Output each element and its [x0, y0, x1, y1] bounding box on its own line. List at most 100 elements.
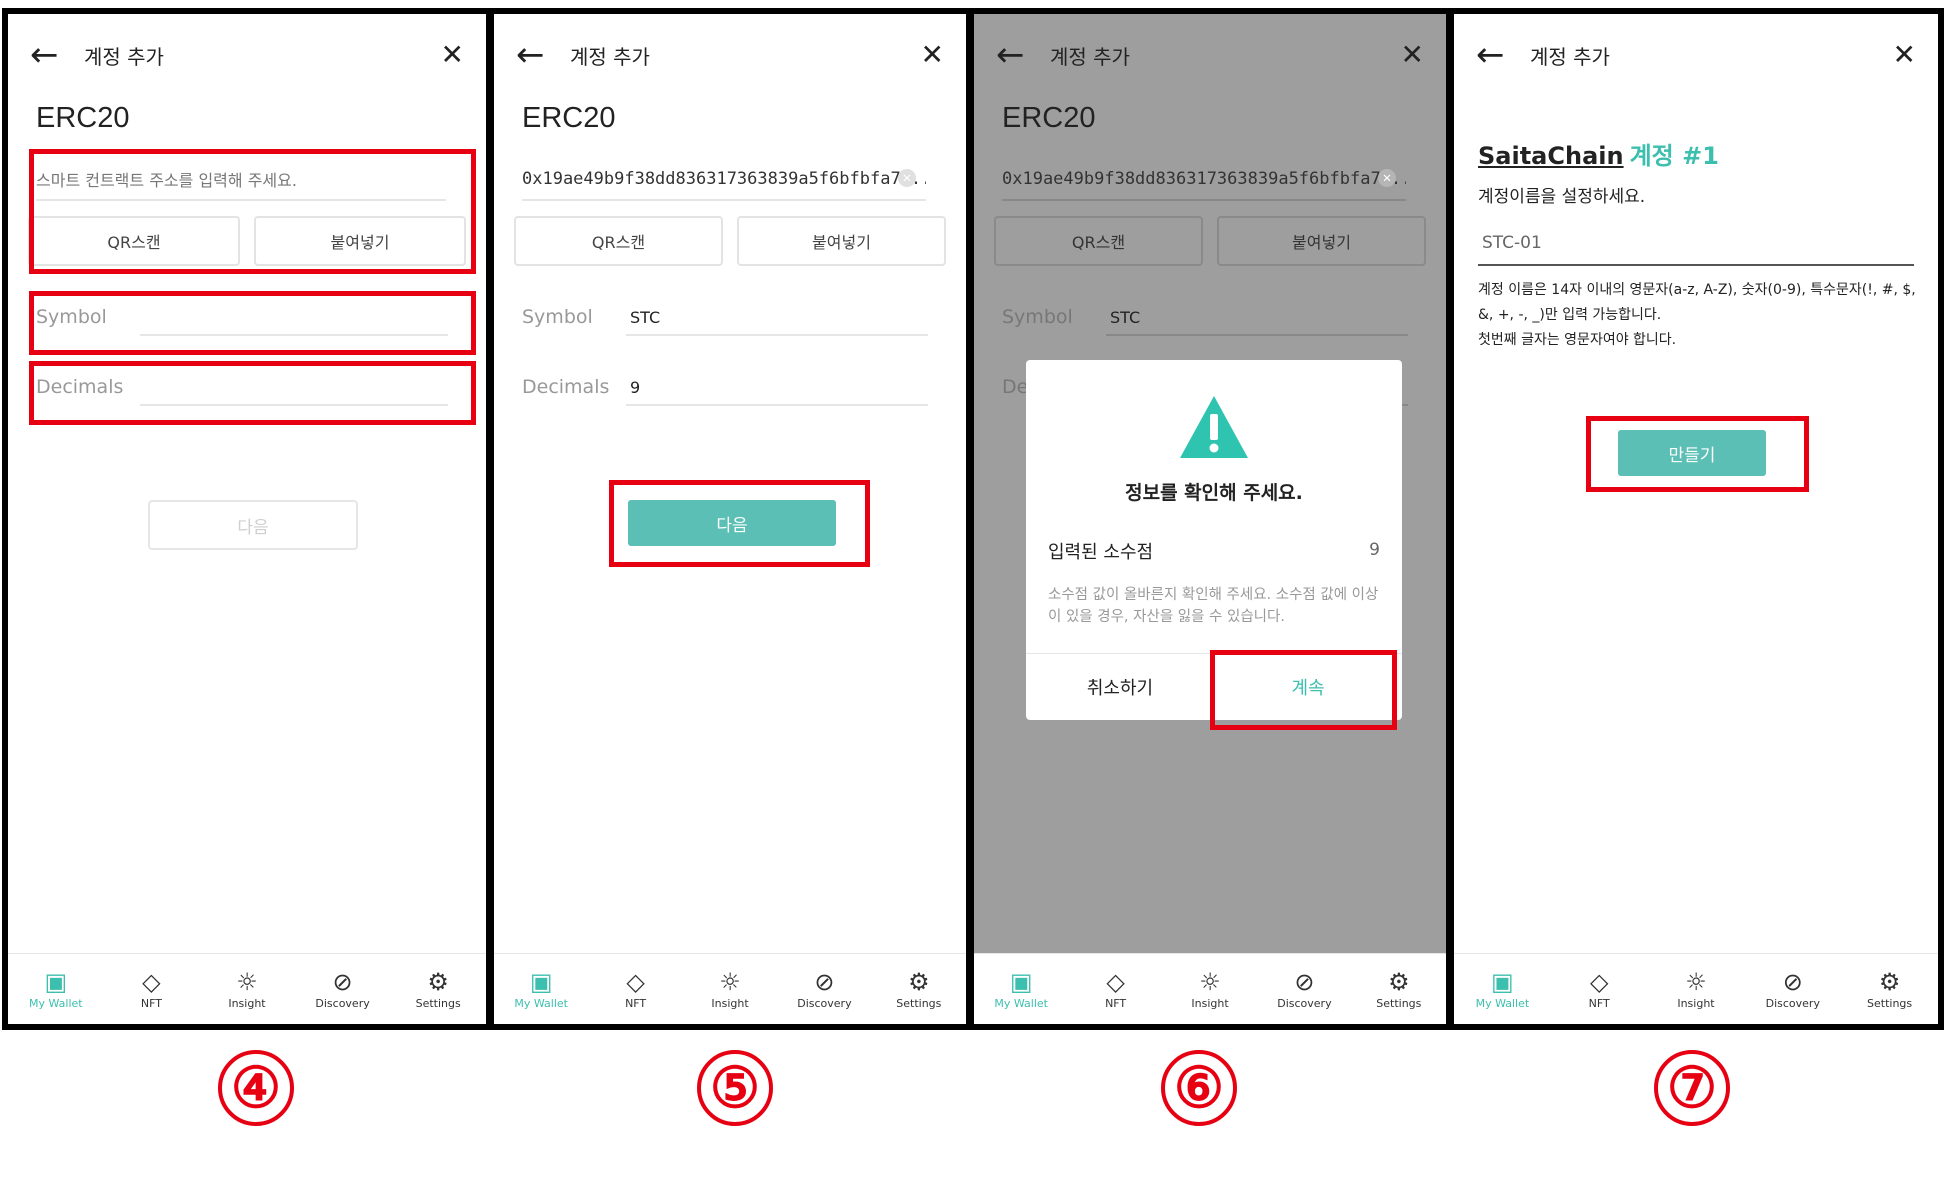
- continue-button[interactable]: 계속: [1214, 654, 1402, 720]
- screen-step-4: ← 계정 추가 ✕ ERC20 스마트 컨트랙트 주소를 입력해 주세요. QR…: [2, 8, 492, 1030]
- header: ← 계정 추가 ✕: [30, 30, 464, 80]
- nav-label: My Wallet: [994, 996, 1048, 1010]
- symbol-input: STC: [1106, 300, 1408, 336]
- screen-step-6: ← 계정 추가 ✕ ERC20 0x19ae49b9f38dd836317363…: [968, 8, 1452, 1030]
- account-name-input[interactable]: STC-01: [1478, 222, 1914, 266]
- paste-button[interactable]: 붙여넣기: [254, 216, 466, 266]
- nav-my-wallet[interactable]: ▣ My Wallet: [1454, 954, 1551, 1024]
- qr-scan-button[interactable]: QR스캔: [514, 216, 723, 266]
- nav-settings[interactable]: ⚙ Settings: [872, 954, 966, 1024]
- next-button-disabled[interactable]: 다음: [148, 500, 358, 550]
- screen-content: ← 계정 추가 ✕ ERC20 스마트 컨트랙트 주소를 입력해 주세요. QR…: [8, 14, 486, 954]
- decimals-field[interactable]: Decimals 9: [522, 366, 928, 406]
- arrow-left-icon[interactable]: ←: [1476, 38, 1512, 72]
- nav-insight[interactable]: ☼ Insight: [199, 954, 295, 1024]
- next-button[interactable]: 다음: [628, 500, 836, 546]
- confirm-dialog: 정보를 확인해 주세요. 입력된 소수점 9 소수점 값이 올바른지 확인해 주…: [1026, 360, 1402, 720]
- screen-content-dimmed: ← 계정 추가 ✕ ERC20 0x19ae49b9f38dd836317363…: [974, 14, 1446, 954]
- address-actions: QR스캔 붙여넣기: [28, 216, 466, 266]
- create-button[interactable]: 만들기: [1618, 430, 1766, 476]
- nav-label: Discovery: [315, 996, 370, 1010]
- decimals-input[interactable]: 9: [626, 370, 928, 406]
- clear-icon[interactable]: ✕: [898, 169, 916, 187]
- symbol-field[interactable]: Symbol: [36, 296, 448, 336]
- compass-icon: ⊘: [332, 967, 353, 996]
- wallet-icon: ▣: [1009, 967, 1033, 996]
- cancel-button[interactable]: 취소하기: [1026, 654, 1214, 720]
- dialog-actions: 취소하기 계속: [1026, 653, 1402, 720]
- decimals-field[interactable]: Decimals: [36, 366, 448, 406]
- page-title: 계정 추가: [1050, 44, 1130, 69]
- nav-label: My Wallet: [514, 996, 568, 1010]
- screen-content: ← 계정 추가 ✕ SaitaChain 계정 #1 계정이름을 설정하세요. S…: [1454, 14, 1938, 954]
- close-icon[interactable]: ✕: [441, 41, 464, 69]
- dialog-note: 소수점 값이 올바른지 확인해 주세요. 소수점 값에 이상이 있을 경우, 자…: [1048, 587, 1379, 625]
- diamond-icon: ◇: [1106, 967, 1125, 996]
- address-value: 0x19ae49b9f38dd836317363839a5f6bfbfa7...: [1002, 169, 1406, 189]
- screen-step-7: ← 계정 추가 ✕ SaitaChain 계정 #1 계정이름을 설정하세요. S…: [1448, 8, 1944, 1030]
- nav-settings[interactable]: ⚙ Settings: [1841, 954, 1938, 1024]
- bottom-nav: ▣ My Wallet ◇ NFT ☼ Insight ⊘ Discovery ⚙ Set…: [8, 953, 486, 1024]
- nav-label: Insight: [228, 996, 266, 1010]
- symbol-input[interactable]: [140, 300, 448, 336]
- nav-insight[interactable]: ☼ Insight: [1163, 954, 1257, 1024]
- step-marker-6: ⑥: [1161, 1050, 1237, 1126]
- compass-icon: ⊘: [1294, 967, 1315, 996]
- nav-discovery[interactable]: ⊘ Discovery: [295, 954, 391, 1024]
- symbol-input[interactable]: STC: [626, 300, 928, 336]
- paste-button[interactable]: 붙여넣기: [737, 216, 946, 266]
- name-rules-line: 계정 이름은 14자 이내의 영문자(a-z, A-Z), 숫자(0-9), 특…: [1478, 282, 1916, 323]
- symbol-label: Symbol: [1002, 306, 1073, 328]
- close-icon[interactable]: ✕: [1401, 41, 1424, 69]
- name-rules-line: 첫번째 글자는 영문자여야 합니다.: [1478, 332, 1677, 348]
- nav-insight[interactable]: ☼ Insight: [683, 954, 777, 1024]
- nav-settings[interactable]: ⚙ Settings: [390, 954, 486, 1024]
- address-value: 0x19ae49b9f38dd836317363839a5f6bfbfa7...: [522, 169, 926, 189]
- contract-address-input[interactable]: 0x19ae49b9f38dd836317363839a5f6bfbfa7...…: [522, 159, 926, 201]
- nav-my-wallet[interactable]: ▣ My Wallet: [494, 954, 588, 1024]
- contract-address-input[interactable]: 스마트 컨트랙트 주소를 입력해 주세요.: [36, 159, 446, 201]
- compass-icon: ⊘: [814, 967, 835, 996]
- nav-settings[interactable]: ⚙ Settings: [1352, 954, 1446, 1024]
- nav-label: Insight: [711, 996, 749, 1010]
- paste-button: 붙여넣기: [1217, 216, 1426, 266]
- account-heading: SaitaChain 계정 #1: [1478, 136, 1719, 171]
- address-actions: QR스캔 붙여넣기: [994, 216, 1426, 266]
- lightbulb-icon: ☼: [719, 967, 741, 996]
- nav-discovery[interactable]: ⊘ Discovery: [1744, 954, 1841, 1024]
- nav-nft[interactable]: ◇ NFT: [1551, 954, 1648, 1024]
- symbol-field[interactable]: Symbol STC: [522, 296, 928, 336]
- decimals-input[interactable]: [140, 370, 448, 406]
- nav-discovery[interactable]: ⊘ Discovery: [1257, 954, 1351, 1024]
- nav-label: Insight: [1191, 996, 1229, 1010]
- arrow-left-icon[interactable]: ←: [30, 38, 66, 72]
- bottom-nav: ▣ My Wallet ◇ NFT ☼ Insight ⊘ Discovery ⚙ Set…: [974, 953, 1446, 1024]
- nav-label: NFT: [140, 996, 162, 1010]
- wallet-icon: ▣: [529, 967, 553, 996]
- nav-my-wallet[interactable]: ▣ My Wallet: [8, 954, 104, 1024]
- close-icon[interactable]: ✕: [921, 41, 944, 69]
- diamond-icon: ◇: [1589, 967, 1609, 996]
- page-title: 계정 추가: [570, 44, 650, 69]
- nav-my-wallet[interactable]: ▣ My Wallet: [974, 954, 1068, 1024]
- symbol-label: Symbol: [36, 306, 107, 328]
- screen-step-5: ← 계정 추가 ✕ ERC20 0x19ae49b9f38dd836317363…: [488, 8, 972, 1030]
- nav-nft[interactable]: ◇ NFT: [588, 954, 682, 1024]
- step-marker-7: ⑦: [1654, 1050, 1730, 1126]
- dialog-title: 정보를 확인해 주세요.: [1125, 482, 1303, 504]
- arrow-left-icon[interactable]: ←: [996, 38, 1032, 72]
- qr-scan-button[interactable]: QR스캔: [28, 216, 240, 266]
- decimal-value: 9: [1369, 540, 1380, 560]
- header: ← 계정 추가 ✕: [516, 30, 944, 80]
- close-icon[interactable]: ✕: [1893, 41, 1916, 69]
- gear-icon: ⚙: [427, 967, 449, 996]
- arrow-left-icon[interactable]: ←: [516, 38, 552, 72]
- address-actions: QR스캔 붙여넣기: [514, 216, 946, 266]
- nav-insight[interactable]: ☼ Insight: [1648, 954, 1745, 1024]
- nav-nft[interactable]: ◇ NFT: [104, 954, 200, 1024]
- nav-discovery[interactable]: ⊘ Discovery: [777, 954, 871, 1024]
- clear-icon: ✕: [1378, 169, 1396, 187]
- nav-label: NFT: [1588, 996, 1610, 1010]
- symbol-label: Symbol: [522, 306, 593, 328]
- nav-nft[interactable]: ◇ NFT: [1068, 954, 1162, 1024]
